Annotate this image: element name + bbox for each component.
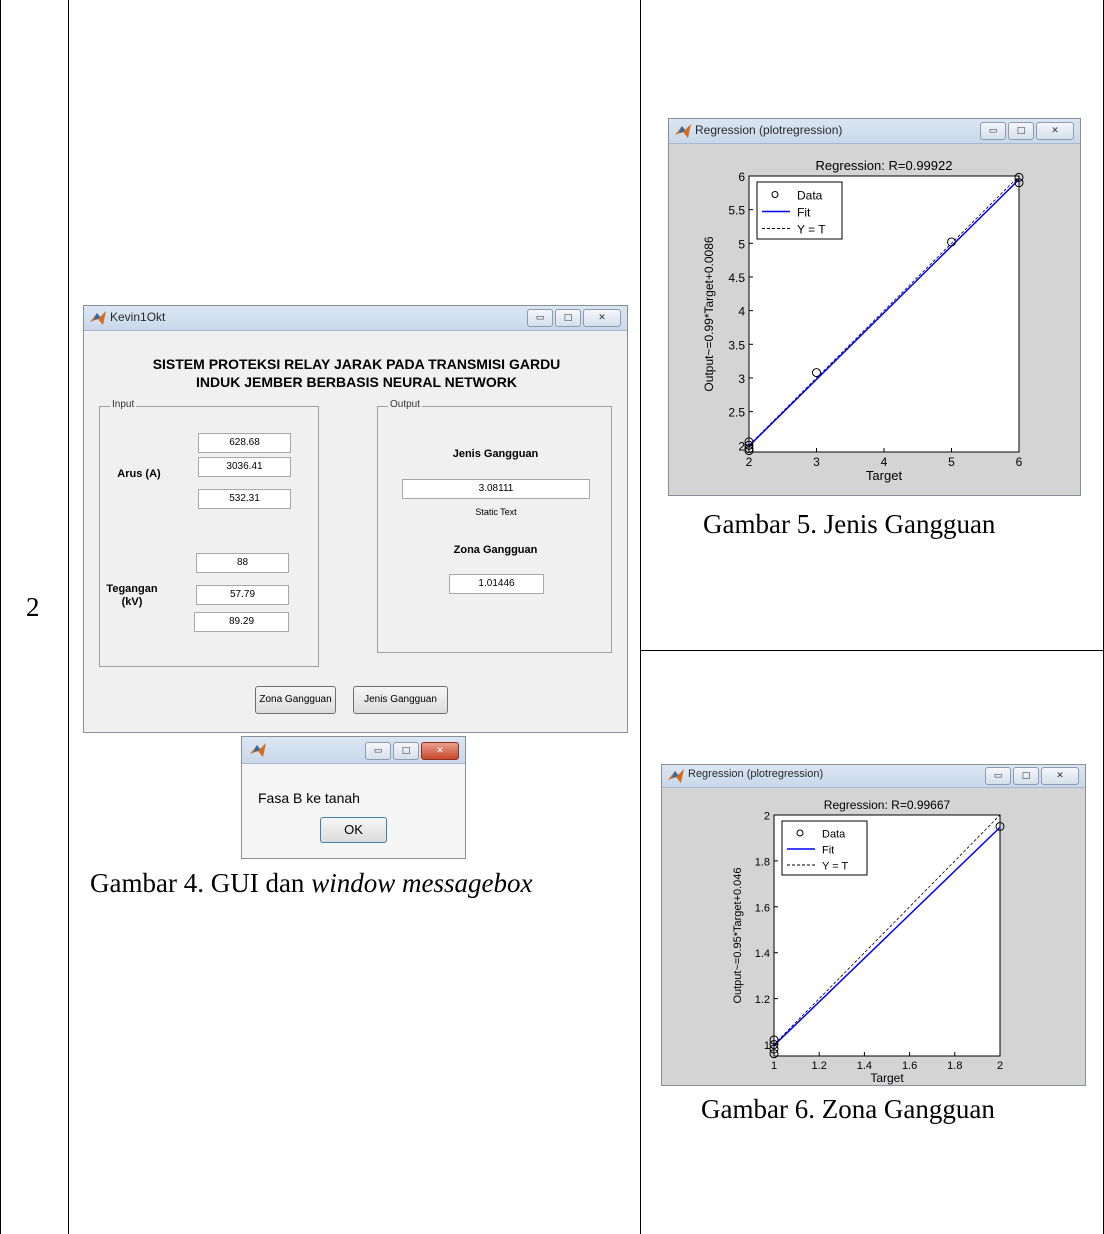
- arus-field-1[interactable]: 628.68: [198, 433, 291, 453]
- y-tick-label: 1.8: [755, 856, 770, 868]
- x-tick-label: 1.6: [902, 1060, 917, 1072]
- x-tick-label: 2: [997, 1060, 1003, 1072]
- gui-heading-line1: SISTEM PROTEKSI RELAY JARAK PADA TRANSMI…: [152, 356, 561, 372]
- gui-titlebar: Kevin1Okt ▭ □ ✕: [84, 306, 627, 331]
- tegangan-label-2: (kV): [121, 596, 143, 608]
- x-tick-label: 4: [881, 455, 888, 469]
- output-panel: Output: [377, 399, 612, 653]
- maximize-button[interactable]: □: [1008, 122, 1034, 140]
- legend-label: Fit: [822, 845, 834, 857]
- arus-field-2[interactable]: 3036.41: [198, 457, 291, 477]
- matlab-logo-icon: [90, 311, 106, 325]
- close-button[interactable]: ✕: [583, 309, 621, 327]
- x-axis-label: Target: [866, 468, 903, 483]
- legend-label: Fit: [797, 206, 811, 220]
- regression-2-titlebar: Regression (plotregression) ▭ □ ✕: [662, 765, 1085, 788]
- jenis-gangguan-button[interactable]: Jenis Gangguan: [353, 686, 448, 714]
- minimize-button[interactable]: ▭: [365, 742, 391, 760]
- tegangan-field-1[interactable]: 88: [196, 553, 289, 573]
- legend-label: Data: [797, 189, 823, 203]
- y-tick-label: 1.6: [755, 902, 770, 914]
- y-tick-label: 5: [738, 237, 745, 251]
- minimize-button[interactable]: ▭: [985, 767, 1011, 785]
- input-panel-label: Input: [110, 399, 137, 410]
- gui-heading-line2: INDUK JEMBER BERBASIS NEURAL NETWORK: [196, 374, 517, 390]
- jenis-gangguan-label: Jenis Gangguan: [452, 448, 539, 460]
- tegangan-field-3[interactable]: 89.29: [194, 612, 289, 632]
- row-number: 2: [26, 592, 40, 622]
- tegangan-label-1: Tegangan: [106, 583, 158, 595]
- y-tick-label: 1.2: [755, 994, 770, 1006]
- caption-gambar-4: Gambar 4. GUI dan window messagebox: [90, 868, 532, 899]
- legend-label: Y = T: [822, 861, 848, 873]
- close-button[interactable]: ✕: [421, 742, 459, 760]
- y-tick-label: 2: [738, 439, 745, 453]
- x-tick-label: 6: [1016, 455, 1023, 469]
- ok-button[interactable]: OK: [320, 817, 387, 843]
- x-axis-label: Target: [870, 1071, 904, 1085]
- arus-label: Arus (A): [117, 468, 161, 480]
- y-axis-label: Output~=0.99*Target+0.0086: [702, 236, 716, 391]
- matlab-logo-icon: [250, 743, 266, 757]
- table-row-divider: [640, 650, 1104, 651]
- regression-window-1: Regression (plotregression) ▭ □ ✕ Regres…: [668, 118, 1081, 496]
- plot-title: Regression: R=0.99922: [816, 158, 953, 173]
- static-text: Static Text: [475, 507, 517, 517]
- y-tick-label: 3: [738, 372, 745, 386]
- plot-title: Regression: R=0.99667: [824, 798, 951, 812]
- maximize-button[interactable]: □: [1013, 767, 1039, 785]
- regression-1-title: Regression (plotregression): [695, 123, 843, 137]
- tegangan-field-2[interactable]: 57.79: [196, 585, 289, 605]
- arus-field-3[interactable]: 532.31: [198, 489, 291, 509]
- table-divider-2: [640, 0, 641, 1234]
- x-tick-label: 1.8: [947, 1060, 962, 1072]
- legend-label: Y = T: [797, 223, 826, 237]
- zona-gangguan-output: 1.01446: [449, 574, 544, 594]
- regression-plot-2: Regression: R=0.99667 1 1.2 1.4 1.6 1.8 2 1 1.2 1…: [732, 798, 1005, 1085]
- zona-gangguan-label: Zona Gangguan: [453, 544, 538, 556]
- regression-window-2: Regression (plotregression) ▭ □ ✕ Regres…: [661, 764, 1086, 1086]
- regression-2-title: Regression (plotregression): [688, 768, 824, 780]
- message-box-titlebar: ▭ □ ✕: [242, 737, 465, 764]
- x-tick-label: 1.2: [812, 1060, 827, 1072]
- message-box: ▭ □ ✕ Fasa B ke tanah OK: [241, 736, 466, 859]
- minimize-button[interactable]: ▭: [527, 309, 553, 327]
- x-tick-label: 3: [813, 455, 820, 469]
- caption-4-prefix: Gambar 4. GUI dan: [90, 868, 312, 898]
- regression-1-titlebar: Regression (plotregression) ▭ □ ✕: [669, 119, 1080, 144]
- caption-gambar-5: Gambar 5. Jenis Gangguan: [703, 509, 996, 539]
- regression-plot-1: Regression: R=0.99922 2 3 4 5 6 2 2.5 3 3.5 4 4.5 5 5…: [702, 158, 1024, 483]
- y-tick-label: 4.5: [728, 271, 745, 285]
- maximize-button[interactable]: □: [555, 309, 581, 327]
- zona-gangguan-button[interactable]: Zona Gangguan: [255, 686, 336, 714]
- x-tick-label: 2: [746, 455, 753, 469]
- y-axis-label: Output~=0.95*Target+0.046: [732, 867, 744, 1003]
- y-tick-label: 4: [738, 305, 745, 319]
- gui-title: Kevin1Okt: [110, 310, 166, 324]
- matlab-logo-icon: [675, 124, 691, 138]
- close-button[interactable]: ✕: [1041, 767, 1079, 785]
- table-border-left: [0, 0, 1, 1234]
- message-text: Fasa B ke tanah: [258, 790, 360, 806]
- caption-gambar-6: Gambar 6. Zona Gangguan: [701, 1094, 995, 1124]
- legend-label: Data: [822, 829, 846, 841]
- jenis-gangguan-output: 3.08111: [402, 479, 590, 499]
- y-tick-label: 6: [738, 170, 745, 184]
- minimize-button[interactable]: ▭: [980, 122, 1006, 140]
- y-tick-label: 2: [764, 811, 770, 823]
- y-tick-label: 1.4: [755, 948, 770, 960]
- y-tick-label: 3.5: [728, 338, 745, 352]
- x-tick-label: 1: [771, 1060, 777, 1072]
- y-tick-label: 5.5: [728, 204, 745, 218]
- caption-4-italic: window messagebox: [311, 868, 533, 898]
- y-tick-label: 1: [764, 1040, 770, 1052]
- maximize-button[interactable]: □: [393, 742, 419, 760]
- x-tick-label: 5: [948, 455, 955, 469]
- y-tick-label: 2.5: [728, 406, 745, 420]
- table-divider-1: [68, 0, 69, 1234]
- close-button[interactable]: ✕: [1036, 122, 1074, 140]
- gui-window: Kevin1Okt ▭ □ ✕ SISTEM PROTEKSI RELAY JA…: [83, 305, 628, 733]
- output-panel-label: Output: [388, 399, 423, 410]
- matlab-logo-icon: [668, 769, 684, 783]
